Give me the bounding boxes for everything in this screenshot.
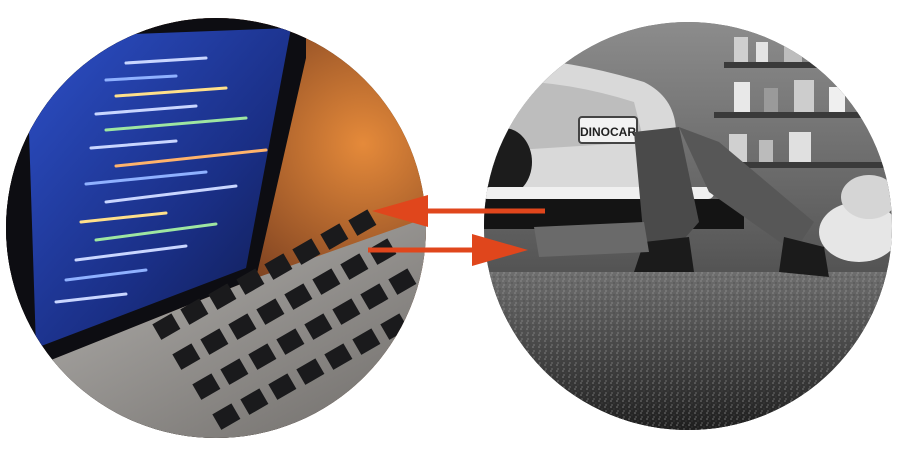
mechanic-car-photo: DINOCAR <box>484 22 892 430</box>
laptop-code-photo <box>6 18 426 438</box>
license-plate-text: DINOCAR <box>580 125 636 139</box>
